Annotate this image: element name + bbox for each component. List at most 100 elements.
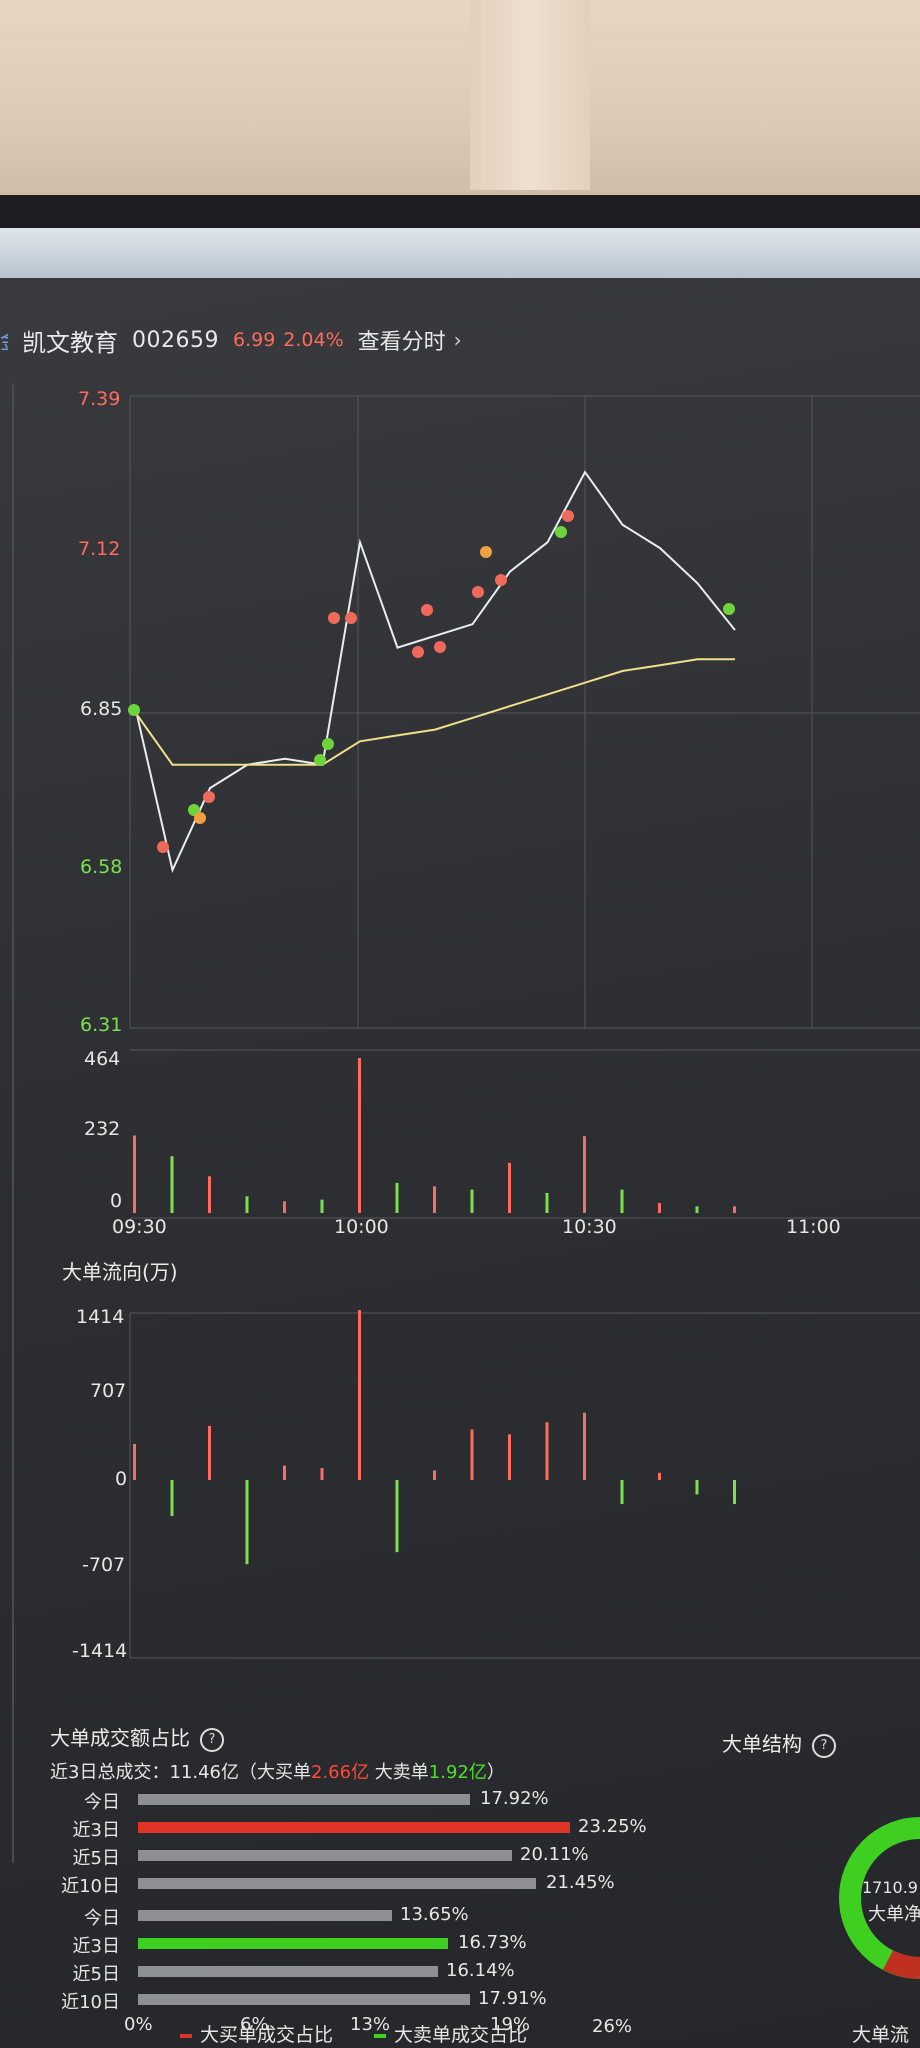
- time-axis-label: 11:00: [786, 1216, 841, 1238]
- buy-marker[interactable]: [328, 612, 340, 624]
- flow-bar: [508, 1434, 511, 1480]
- flow-bar: [358, 1310, 361, 1480]
- ratio-bar: [138, 1850, 512, 1861]
- sell-marker[interactable]: [314, 754, 326, 766]
- row-label: 近5日: [72, 1848, 120, 1869]
- price-line: [134, 470, 736, 874]
- flow-bar: [170, 1480, 174, 1517]
- sell-marker[interactable]: [322, 738, 334, 750]
- flow-bar: [470, 1429, 474, 1480]
- sell-ratio-row: 近3日 16.73%: [0, 1930, 920, 1958]
- ratio-bar: [138, 1994, 470, 2005]
- buy-marker[interactable]: [421, 604, 433, 616]
- ratio-title-text: 大单成交额占比: [50, 1726, 190, 1750]
- structure-title-text: 大单结构: [722, 1732, 802, 1756]
- row-value: 16.14%: [446, 1960, 515, 1981]
- flow-bar: [320, 1467, 324, 1480]
- buy-ratio-row: 今日 17.92%: [0, 1786, 920, 1814]
- buy-marker[interactable]: [345, 612, 357, 624]
- buy-marker[interactable]: [480, 546, 492, 558]
- row-label: 近10日: [61, 1992, 120, 2013]
- row-label: 今日: [84, 1908, 120, 1929]
- buy-marker[interactable]: [562, 510, 574, 522]
- buy-marker[interactable]: [434, 641, 446, 653]
- background-stripe: [470, 0, 590, 190]
- ratio-x-tick: 0%: [124, 2014, 153, 2035]
- donut-label: 大单净: [868, 1904, 920, 1925]
- flow-bar: [620, 1480, 624, 1505]
- volume-bar: [358, 1058, 361, 1213]
- sell-marker[interactable]: [555, 526, 567, 538]
- summary-suffix: ）: [486, 1762, 505, 1783]
- flow-axis-label: -1414: [72, 1640, 128, 1662]
- donut-value: 1710.9: [862, 1878, 918, 1897]
- flow-bar: [133, 1443, 136, 1480]
- legend-swatch: [180, 2033, 192, 2038]
- volume-bar: [245, 1196, 249, 1213]
- legend-sell-label: 大卖单成交占比: [394, 2024, 528, 2046]
- flow-bar: [208, 1425, 211, 1480]
- volume-bar: [283, 1201, 286, 1213]
- flow-axis-label: 1414: [76, 1306, 125, 1328]
- volume-bar: [470, 1189, 474, 1213]
- volume-axis-label: 0: [110, 1190, 123, 1212]
- time-axis-label: 10:00: [334, 1216, 389, 1238]
- row-value: 20.11%: [520, 1844, 589, 1865]
- volume-bars: [133, 1058, 736, 1213]
- avg-price-line: [134, 658, 735, 766]
- flow-bar: [433, 1470, 436, 1480]
- structure-bottom-label: 大单流: [852, 2024, 910, 2046]
- row-label: 近3日: [72, 1820, 120, 1841]
- flow-title: 大单流向(万): [62, 1260, 178, 1284]
- row-value: 16.73%: [458, 1932, 527, 1953]
- flow-axis-label: 707: [90, 1380, 127, 1402]
- volume-bar: [620, 1189, 624, 1213]
- ratio-title: 大单成交额占比?: [50, 1722, 224, 1752]
- donut-sell-arc: [839, 1817, 920, 1979]
- ratio-bar: [138, 1794, 470, 1805]
- row-label: 今日: [84, 1792, 120, 1813]
- ratio-bar: [138, 1910, 392, 1921]
- help-icon[interactable]: ?: [200, 1727, 224, 1752]
- buy-ratio-row: 近10日 21.45%: [0, 1870, 920, 1898]
- buy-marker[interactable]: [194, 812, 206, 824]
- sell-marker[interactable]: [128, 704, 140, 716]
- volume-bar: [583, 1136, 586, 1213]
- volume-axis-label: 232: [84, 1118, 121, 1140]
- sell-ratio-row: 今日 13.65%: [0, 1902, 920, 1930]
- buy-ratio-row: 近5日 20.11%: [0, 1842, 920, 1870]
- help-icon[interactable]: ?: [812, 1733, 836, 1758]
- summary-mid: 大卖单: [369, 1762, 429, 1783]
- sell-amount: 1.92亿: [428, 1762, 487, 1783]
- flow-bar: [545, 1422, 549, 1480]
- flow-bar: [695, 1480, 699, 1495]
- price-grid: [129, 395, 920, 1659]
- buy-marker[interactable]: [157, 841, 169, 853]
- volume-bar: [695, 1206, 699, 1213]
- summary-prefix: 近3日总成交：11.46亿（大买单: [50, 1762, 311, 1783]
- volume-bar: [658, 1202, 661, 1213]
- volume-bar: [508, 1162, 511, 1213]
- legend-buy-label: 大买单成交占比: [200, 2024, 334, 2046]
- donut-buy-arc: [882, 1950, 920, 1979]
- buy-marker[interactable]: [472, 586, 484, 598]
- volume-bar: [545, 1192, 549, 1213]
- row-value: 21.45%: [546, 1872, 615, 1893]
- price-lines: [134, 470, 736, 874]
- ratio-bar: [138, 1878, 536, 1889]
- row-value: 13.65%: [400, 1904, 469, 1925]
- buy-marker[interactable]: [495, 574, 507, 586]
- buy-marker[interactable]: [203, 791, 215, 803]
- row-label: 近3日: [72, 1936, 120, 1957]
- sell-marker[interactable]: [723, 603, 735, 615]
- flow-bar: [245, 1480, 249, 1565]
- ratio-bar: [138, 1822, 570, 1833]
- flow-axis-label: -707: [82, 1554, 126, 1576]
- buy-ratio-row: 近3日 23.25%: [0, 1814, 920, 1842]
- structure-title: 大单结构?: [722, 1728, 836, 1758]
- volume-bar: [320, 1199, 324, 1213]
- flow-bar: [658, 1472, 661, 1480]
- buy-marker[interactable]: [412, 646, 424, 658]
- buy-amount: 2.66亿: [310, 1762, 370, 1783]
- volume-axis-label: 464: [84, 1048, 121, 1070]
